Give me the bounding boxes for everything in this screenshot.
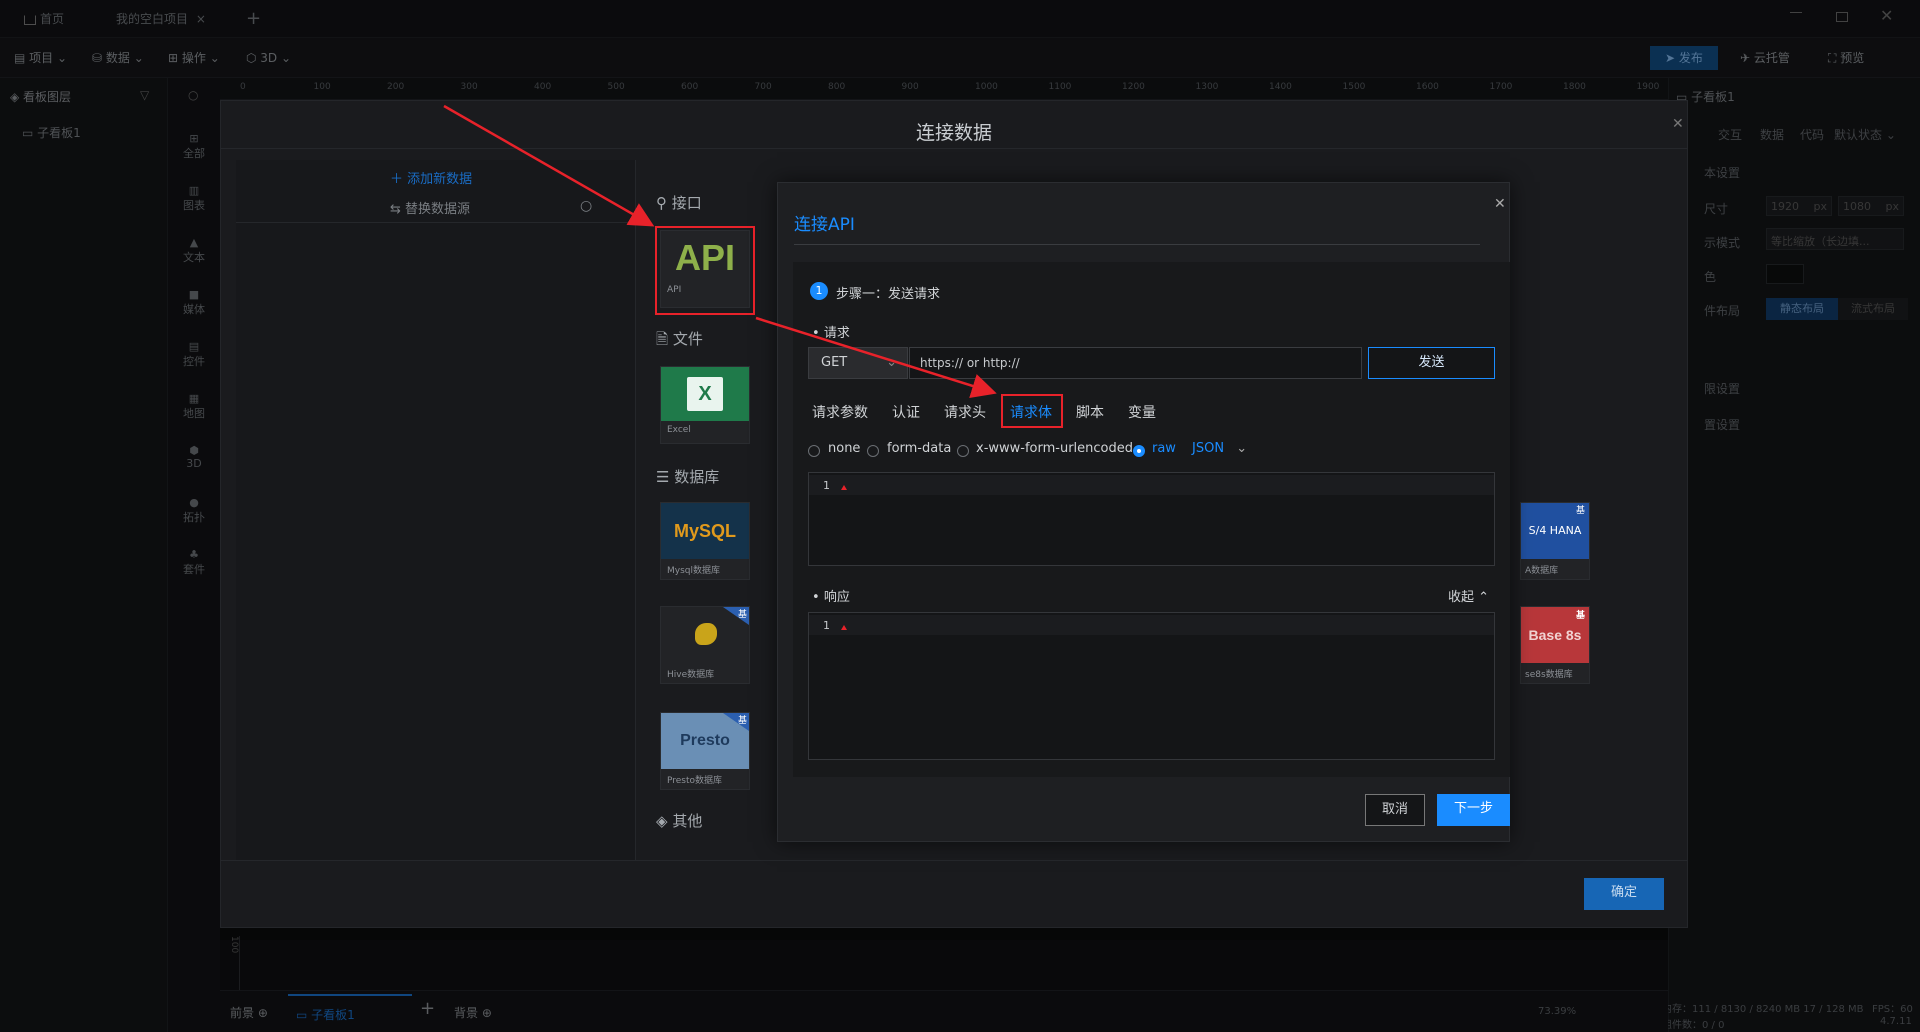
arrow-to-body-tab (755, 316, 997, 398)
arrow-to-api-card (443, 104, 655, 227)
annotation-arrows (443, 104, 997, 398)
